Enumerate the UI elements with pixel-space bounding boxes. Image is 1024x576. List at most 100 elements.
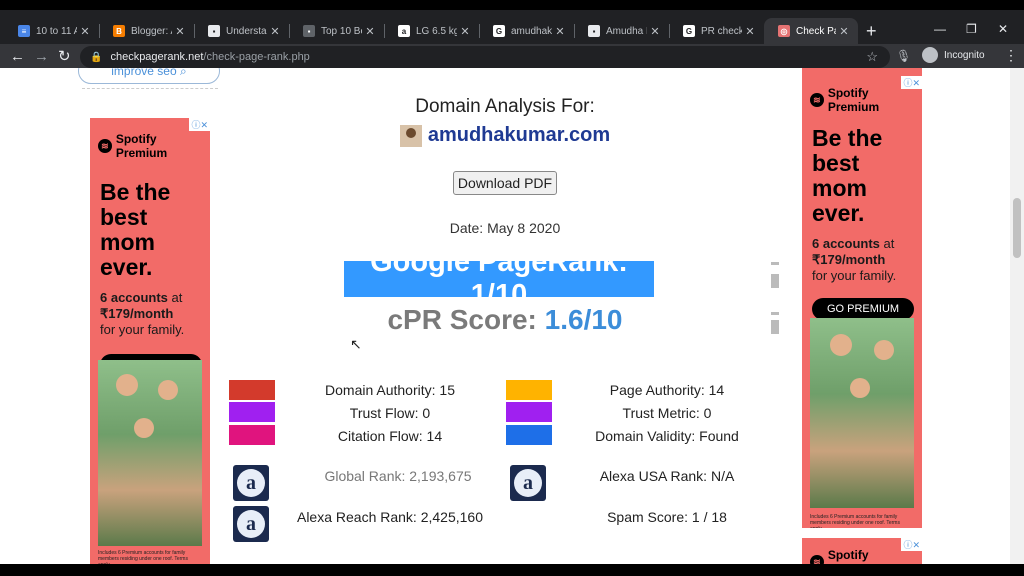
ad-choices-icon[interactable]: ⓘ✕ <box>189 118 210 131</box>
close-window-icon[interactable]: ✕ <box>998 22 1008 36</box>
scroll-up-arrow[interactable] <box>771 312 779 315</box>
inner-scrollbar[interactable] <box>768 260 782 340</box>
browser-tab[interactable]: ≡ 10 to 11 Am✕ <box>4 18 99 44</box>
page-title: Domain Analysis For: <box>415 96 595 117</box>
browser-tab[interactable]: Gamudhakum✕ <box>479 18 574 44</box>
reload-icon[interactable]: ↻ <box>58 48 71 66</box>
cpr-score: cPR Score: 1.6/10 <box>387 304 623 335</box>
google-icon: G <box>493 25 505 37</box>
blogger-icon: B <box>113 25 125 37</box>
search-icon: ⌕ <box>179 68 187 78</box>
browser-tab[interactable]: G PR checker✕ <box>669 18 764 44</box>
go-premium-button[interactable]: GO PREMIUM <box>812 298 914 320</box>
download-pdf-button[interactable]: Download PDF <box>453 171 557 195</box>
amazon-icon: a <box>398 25 410 37</box>
domain-validity: Domain Validity: Found <box>595 428 739 444</box>
forward-icon[interactable]: → <box>34 48 49 66</box>
spotify-icon: ≋ <box>98 139 112 153</box>
lock-icon[interactable]: 🔒 <box>90 52 102 63</box>
tab-title: Blogger: An <box>131 25 172 37</box>
spotify-ad-right[interactable]: ⓘ✕ ≋ Spotify Premium Be the best mom ever. 6… <box>802 68 922 528</box>
close-tab-icon[interactable]: ✕ <box>457 25 473 38</box>
mouse-cursor-icon: ↖ <box>350 336 362 352</box>
close-tab-icon[interactable]: ✕ <box>836 25 852 38</box>
page-icon: ▪ <box>588 25 600 37</box>
close-tab-icon[interactable]: ✕ <box>647 25 663 38</box>
tab-title: Check Page <box>796 25 836 37</box>
spotify-ad-right-2[interactable]: ⓘ✕ ≋Spotify Premium <box>802 538 922 564</box>
ad-fine-print: Includes 6 Premium accounts for family m… <box>810 514 900 528</box>
improve-seo-label: improve seo <box>111 68 177 78</box>
scroll-up-arrow[interactable] <box>771 262 779 265</box>
page-icon: ▪ <box>208 25 220 37</box>
incognito-icon <box>922 47 938 63</box>
close-tab-icon[interactable]: ✕ <box>172 25 188 38</box>
tab-strip: ≡10 to 11 Am✕BBlogger: An✕▪Understand✕▪T… <box>0 10 1024 44</box>
docs-icon: ≡ <box>18 25 30 37</box>
site-icon: ◎ <box>778 25 790 37</box>
trust-metric: Trust Metric: 0 <box>622 405 712 421</box>
tab-title: Amudha Ku <box>606 25 647 37</box>
browser-tab[interactable]: B Blogger: An✕ <box>99 18 194 44</box>
ad-headline: Be the best mom ever. <box>812 125 883 226</box>
address-bar[interactable]: 🔒 checkpagerank.net/check-page-rank.php … <box>80 46 890 68</box>
close-tab-icon[interactable]: ✕ <box>552 25 568 38</box>
mic-icon[interactable]: 🎙 <box>896 49 911 63</box>
ad-family-image <box>98 360 202 546</box>
domain-link[interactable]: amudhakumar.com <box>428 124 610 147</box>
back-icon[interactable]: ← <box>10 48 25 66</box>
browser-toolbar: ← → ↻ 🔒 checkpagerank.net/check-page-ran… <box>0 44 1024 70</box>
tab-title: Top 10 Best <box>321 25 362 37</box>
bookmark-star-icon[interactable]: ☆ <box>866 49 878 65</box>
page-icon: ▪ <box>303 25 315 37</box>
new-tab-icon[interactable]: + <box>866 22 877 40</box>
ad-fine-print: Includes 6 Premium accounts for family m… <box>98 550 188 564</box>
ad-choices-icon[interactable]: ⓘ✕ <box>901 538 922 551</box>
page-scrollbar[interactable] <box>1010 68 1024 564</box>
browser-tab[interactable]: ▪ Amudha Ku✕ <box>574 18 669 44</box>
scroll-thumb[interactable] <box>771 274 779 288</box>
minimize-icon[interactable]: — <box>934 22 946 36</box>
browser-tab[interactable]: a LG 6.5 kg Su✕ <box>384 18 479 44</box>
close-tab-icon[interactable]: ✕ <box>742 25 758 38</box>
ad-choices-icon[interactable]: ⓘ✕ <box>901 76 922 89</box>
browser-tab[interactable]: ◎ Check Page✕ <box>764 18 858 44</box>
trust-flow-swatch <box>229 402 275 422</box>
domain-validity-swatch <box>506 425 552 445</box>
ad-subtext: 6 accounts at ₹179/month for your family. <box>812 236 897 283</box>
improve-seo-button[interactable]: improve seo ⌕ <box>78 68 220 84</box>
close-tab-icon[interactable]: ✕ <box>362 25 378 38</box>
url-text[interactable]: checkpagerank.net/check-page-rank.php <box>110 51 309 63</box>
tab-title: LG 6.5 kg Su <box>416 25 457 37</box>
alexa-icon: a <box>233 465 269 501</box>
google-pagerank: Google PageRank: 1/10 <box>344 246 654 311</box>
domain-authority: Domain Authority: 15 <box>325 382 455 398</box>
browser-chrome: ≡10 to 11 Am✕BBlogger: An✕▪Understand✕▪T… <box>0 10 1024 70</box>
close-tab-icon[interactable]: ✕ <box>77 25 93 38</box>
tab-title: PR checker <box>701 25 742 37</box>
google-icon: G <box>683 25 695 37</box>
tab-title: amudhakum <box>511 25 552 37</box>
page-scroll-thumb[interactable] <box>1013 198 1021 258</box>
browser-tab[interactable]: ▪ Top 10 Best✕ <box>289 18 384 44</box>
tab-title: Understand <box>226 25 267 37</box>
incognito-indicator[interactable]: Incognito <box>922 47 985 63</box>
domain-authority-swatch <box>229 380 275 400</box>
citation-flow: Citation Flow: 14 <box>337 428 443 444</box>
spam-score: Spam Score: 1 / 18 <box>607 509 727 525</box>
trust-flow: Trust Flow: 0 <box>349 405 431 421</box>
divider <box>82 88 218 89</box>
scroll-thumb[interactable] <box>771 320 779 334</box>
alexa-icon: a <box>510 465 546 501</box>
domain-line: amudhakumar.com <box>220 124 790 147</box>
spotify-icon: ≋ <box>810 93 824 107</box>
tab-title: 10 to 11 Am <box>36 25 77 37</box>
spotify-ad-left[interactable]: ⓘ✕ ≋ Spotify Premium Be the best mom ever. 6… <box>90 118 210 564</box>
menu-icon[interactable]: ⋮ <box>1004 47 1018 64</box>
bottom-bar <box>0 564 1024 576</box>
citation-flow-swatch <box>229 425 275 445</box>
close-tab-icon[interactable]: ✕ <box>267 25 283 38</box>
restore-icon[interactable]: ❐ <box>966 22 977 36</box>
alexa-usa-rank: Alexa USA Rank: N/A <box>599 468 735 484</box>
browser-tab[interactable]: ▪ Understand✕ <box>194 18 289 44</box>
